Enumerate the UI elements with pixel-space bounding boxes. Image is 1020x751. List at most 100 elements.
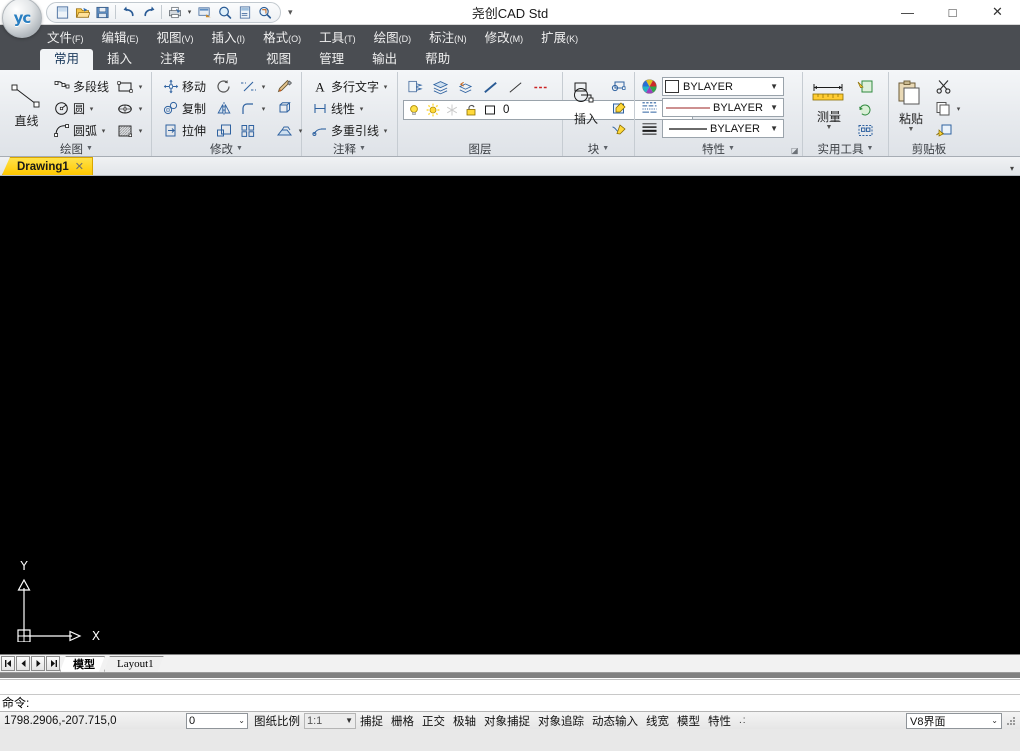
qat-overflow-caret[interactable]: ▾ [288,7,293,18]
drawing-canvas[interactable]: Y X [0,176,1020,655]
insert-block-button[interactable]: 插入 [566,76,606,127]
status-expand-dots[interactable]: .: [735,715,751,726]
color-wheel-icon[interactable] [640,77,658,95]
freeze-icon[interactable] [444,102,460,118]
status-layer-select[interactable]: 0 ⌄ [186,712,248,729]
menu-draw[interactable]: 绘图(D) [365,24,421,49]
ellipse-button[interactable]: ▾ [113,98,148,119]
menu-format[interactable]: 格式(O) [254,24,310,49]
paste-button[interactable]: 粘贴 ▼ [892,76,930,133]
menu-dimension[interactable]: 标注(N) [420,24,476,49]
first-tab-button[interactable] [1,656,15,671]
panel-properties-title[interactable]: 特性 ▼ [638,141,799,156]
color-select[interactable]: BYLAYER ▼ [662,77,784,96]
linetype-select[interactable]: BYLAYER ▼ [662,98,784,117]
mtext-button[interactable]: A 多行文字 ▾ [308,76,393,97]
tab-view[interactable]: 视图 [252,49,305,70]
panel-annotation-expand-caret[interactable]: ▼ [359,145,366,152]
ellipse-dropdown-caret[interactable]: ▾ [136,105,145,113]
panel-utilities-expand-caret[interactable]: ▼ [867,145,874,152]
document-tabs-overflow-caret[interactable]: ▾ [1010,164,1020,175]
ui-mode-caret[interactable]: ⌄ [991,716,998,725]
circle-button[interactable]: 圆 ▾ [50,98,112,119]
arc-dropdown-caret[interactable]: ▾ [99,127,108,135]
layer-previous-icon[interactable] [453,76,477,98]
layer-manager-icon[interactable] [428,76,452,98]
lineweight-icon[interactable] [640,119,658,137]
menu-extend[interactable]: 扩展(K) [532,24,587,49]
zoom-icon[interactable] [215,3,234,21]
panel-draw-title[interactable]: 绘图 ▼ [5,141,148,156]
copy-clip-dropdown-caret[interactable]: ▾ [954,105,963,113]
paper-scale-label[interactable]: 图纸比例 [250,713,304,729]
scale-select-caret[interactable]: ▼ [345,716,353,725]
fillet-button[interactable]: ▾ [236,98,271,119]
quick-select-button[interactable] [853,76,877,97]
save-icon[interactable] [93,3,112,21]
sun-icon[interactable] [425,102,441,118]
multileader-dropdown-caret[interactable]: ▾ [381,127,390,135]
close-icon[interactable]: ✕ [75,160,84,173]
lineweight-select[interactable]: BYLAYER ▼ [662,119,784,138]
panel-modify-title[interactable]: 修改 ▼ [155,141,298,156]
quick-calc-button[interactable] [853,98,877,119]
layer-properties-icon[interactable] [403,76,427,98]
fillet-dropdown-caret[interactable]: ▾ [259,105,268,113]
tab-manage[interactable]: 管理 [305,49,358,70]
last-tab-button[interactable] [46,656,60,671]
panel-utilities-title[interactable]: 实用工具 ▼ [806,141,885,156]
scale-select[interactable]: 1:1 ▼ [304,712,356,729]
menu-file[interactable]: 文件(F) [38,24,93,49]
panel-draw-expand-caret[interactable]: ▼ [86,145,93,152]
close-button[interactable]: ✕ [975,0,1020,25]
mtext-dropdown-caret[interactable]: ▾ [381,83,390,91]
arc-button[interactable]: 圆弧 ▾ [50,120,112,141]
undo-icon[interactable] [119,3,138,21]
mirror-button[interactable] [212,98,236,119]
array-button[interactable] [236,120,271,141]
copy-button[interactable]: 复制 [159,98,209,119]
toggle-osnap[interactable]: 对象捕捉 [480,713,534,729]
toggle-polar[interactable]: 极轴 [449,713,480,729]
document-tab-drawing1[interactable]: Drawing1 ✕ [2,157,93,175]
plot-preview-icon[interactable] [195,3,214,21]
unlock-icon[interactable] [463,102,479,118]
rectangle-button[interactable]: ▾ [113,76,148,97]
circle-dropdown-caret[interactable]: ▾ [87,105,96,113]
toggle-dynamic-input[interactable]: 动态输入 [588,713,642,729]
paste-special-button[interactable] [931,120,966,141]
new-icon[interactable] [53,3,72,21]
coordinate-display[interactable]: 1798.2906,-207.715,0 [0,715,186,727]
toggle-snap[interactable]: 捕捉 [356,713,387,729]
linear-dimension-button[interactable]: 线性 ▾ [308,98,393,119]
command-input[interactable]: 命令: [0,695,1020,711]
panel-block-expand-caret[interactable]: ▼ [602,145,609,152]
stretch-button[interactable]: 拉伸 [159,120,209,141]
create-block-button[interactable] [607,76,631,97]
zoom-window-icon[interactable] [255,3,274,21]
line-button[interactable]: 直线 [5,80,48,129]
layer-line2-icon[interactable] [503,76,527,98]
copy-clip-button[interactable]: ▾ [931,98,966,119]
tab-output[interactable]: 输出 [358,49,411,70]
menu-tools[interactable]: 工具(T) [310,24,365,49]
panel-properties-expand-caret[interactable]: ▼ [728,145,735,152]
toggle-properties[interactable]: 特性 [704,713,735,729]
layer-color-icon[interactable] [482,102,498,118]
menu-view[interactable]: 视图(V) [148,24,203,49]
tab-annotate[interactable]: 注释 [146,49,199,70]
toggle-grid[interactable]: 栅格 [387,713,418,729]
multileader-button[interactable]: 多重引线 ▾ [308,120,393,141]
minimize-button[interactable]: — [885,0,930,25]
rotate-button[interactable] [212,76,236,97]
lightbulb-icon[interactable] [406,102,422,118]
previous-tab-button[interactable] [16,656,30,671]
toggle-otrack[interactable]: 对象追踪 [534,713,588,729]
measure-button[interactable]: 测量 ▼ [806,76,852,131]
linetype-icon[interactable] [640,98,658,116]
panel-modify-expand-caret[interactable]: ▼ [236,145,243,152]
properties-dialog-launcher[interactable]: ◪ [791,146,800,155]
linear-dimension-dropdown-caret[interactable]: ▾ [357,105,366,113]
print-dropdown-caret[interactable]: ▾ [185,8,194,16]
panel-annotation-title[interactable]: 注释 ▼ [305,141,394,156]
